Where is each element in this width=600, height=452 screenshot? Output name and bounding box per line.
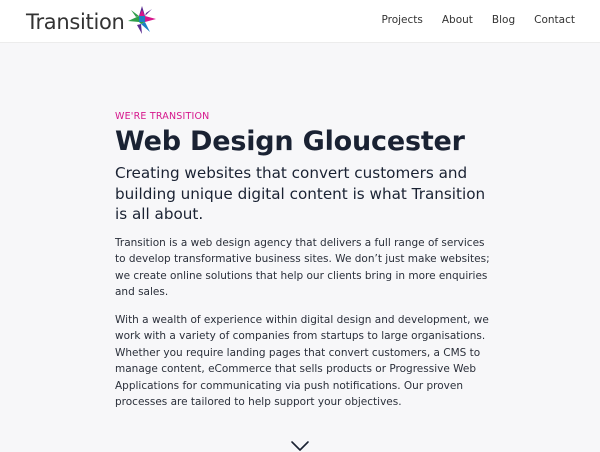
page-title: Web Design Gloucester: [115, 126, 465, 157]
eyebrow-label: WE'RE TRANSITION: [115, 111, 210, 122]
nav-link-about[interactable]: About: [442, 14, 473, 26]
nav-link-contact[interactable]: Contact: [534, 14, 575, 26]
transition-star-logo-icon: [127, 6, 156, 34]
logo[interactable]: Transition: [26, 6, 156, 38]
nav-link-projects[interactable]: Projects: [381, 14, 422, 26]
experience-paragraph: With a wealth of experience within digit…: [115, 313, 489, 409]
intro-paragraph: Transition is a web design agency that d…: [115, 236, 490, 299]
chevron-down-icon[interactable]: [290, 440, 310, 452]
hero-content: WE'RE TRANSITION Web Design Gloucester C…: [115, 110, 495, 411]
main-nav: Projects About Blog Contact: [362, 14, 575, 26]
site-header: Transition Projects About Blog Contact: [0, 0, 600, 43]
nav-link-blog[interactable]: Blog: [492, 14, 515, 26]
logo-text: Transition: [26, 9, 125, 34]
lead-text: Creating websites that convert customers…: [115, 164, 486, 223]
